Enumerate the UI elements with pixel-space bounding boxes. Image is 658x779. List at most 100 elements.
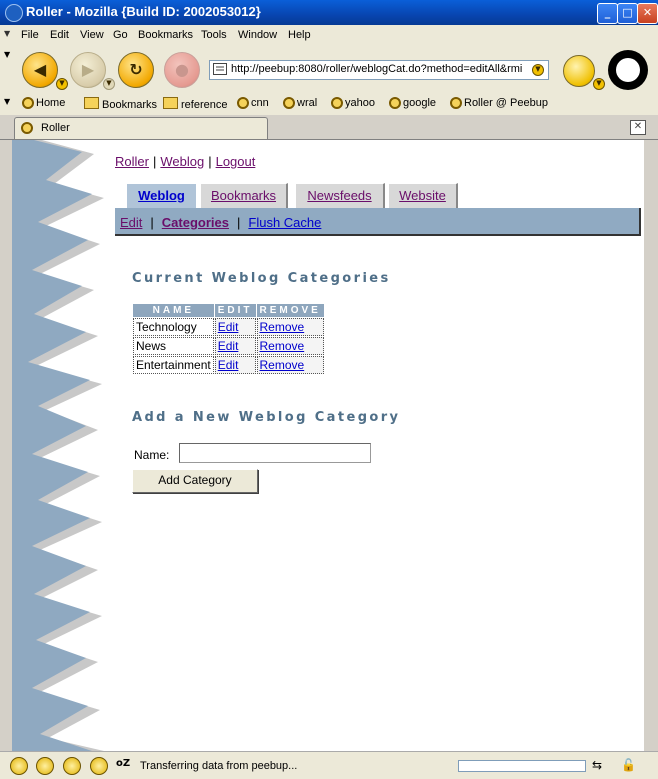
edit-link[interactable]: Edit: [218, 358, 239, 372]
chat-icon[interactable]: [90, 757, 108, 775]
throbber-icon[interactable]: [608, 50, 648, 90]
category-name: News: [133, 337, 214, 355]
tab-weblog-label[interactable]: Weblog: [138, 188, 185, 203]
weblog-link[interactable]: Weblog: [160, 154, 204, 169]
category-name: Entertainment: [133, 356, 214, 374]
composer-icon[interactable]: [63, 757, 81, 775]
category-name-input[interactable]: [179, 443, 371, 463]
reload-button[interactable]: ↻: [118, 52, 154, 88]
toolbar-grip-icon[interactable]: ▼: [4, 97, 10, 106]
forward-dropdown-icon[interactable]: ▼: [103, 78, 115, 90]
stop-icon: ●: [175, 60, 189, 79]
personal-toolbar: ▼ Home Bookmarks reference cnn wral yaho…: [0, 94, 658, 116]
url-history-dropdown-icon[interactable]: ▼: [532, 64, 544, 76]
subnav-flush-cache[interactable]: Flush Cache: [248, 215, 321, 230]
bookmark-yahoo[interactable]: yahoo: [331, 97, 375, 109]
close-tab-button[interactable]: ✕: [630, 120, 646, 135]
tab-strip: Roller ✕: [0, 115, 658, 140]
print-button[interactable]: [563, 55, 595, 87]
bookmark-icon: [389, 97, 401, 109]
menu-help[interactable]: Help: [288, 29, 311, 41]
logout-link[interactable]: Logout: [216, 154, 256, 169]
menu-window[interactable]: Window: [238, 29, 277, 41]
reload-icon: ↻: [129, 60, 143, 79]
folder-icon: [84, 97, 99, 109]
current-categories-heading: Current Weblog Categories: [132, 271, 391, 286]
bookmark-google[interactable]: google: [389, 97, 436, 109]
separator: |: [208, 154, 212, 169]
home-icon: [22, 97, 34, 109]
tab-website-label[interactable]: Website: [399, 188, 446, 203]
sub-nav-links: Edit | Categories | Flush Cache: [120, 215, 321, 230]
navigator-icon[interactable]: [10, 757, 28, 775]
top-links: Roller | Weblog | Logout: [115, 154, 255, 169]
browser-tab-roller[interactable]: Roller: [14, 117, 268, 139]
maximize-button[interactable]: □: [617, 3, 638, 24]
bookmark-bookmarks[interactable]: Bookmarks: [84, 97, 157, 111]
url-bar[interactable]: http://peebup:8080/roller/weblogCat.do?m…: [209, 60, 549, 80]
bookmark-label: google: [403, 97, 437, 109]
print-dropdown-icon[interactable]: ▼: [593, 78, 605, 90]
bookmark-roller-peebup[interactable]: Roller @ Peebup: [450, 97, 548, 109]
edit-cell: Edit: [214, 356, 256, 374]
stop-button[interactable]: ●: [164, 52, 200, 88]
tab-weblog[interactable]: Weblog: [127, 183, 196, 208]
subnav-categories[interactable]: Categories: [162, 215, 229, 230]
tab-newsfeeds[interactable]: Newsfeeds: [296, 183, 385, 208]
category-name: Technology: [133, 318, 214, 336]
bookmark-label: reference: [181, 99, 228, 111]
subnav-edit[interactable]: Edit: [120, 215, 142, 230]
table-header-row: NAME EDIT REMOVE: [133, 304, 324, 317]
bookmark-label: Home: [36, 97, 66, 109]
menu-tools[interactable]: Tools: [201, 29, 227, 41]
forward-arrow-icon: ▶: [81, 60, 95, 79]
bookmark-cnn[interactable]: cnn: [237, 97, 269, 109]
bookmark-reference[interactable]: reference: [163, 97, 227, 111]
menu-go[interactable]: Go: [113, 29, 128, 41]
column-header-edit: EDIT: [214, 304, 256, 317]
bookmark-label: cnn: [251, 97, 269, 109]
mail-icon[interactable]: [36, 757, 54, 775]
tab-bookmarks-label[interactable]: Bookmarks: [211, 188, 276, 203]
add-category-button[interactable]: Add Category: [132, 469, 258, 493]
roller-link[interactable]: Roller: [115, 154, 149, 169]
remove-link[interactable]: Remove: [260, 358, 305, 372]
toolbar-grip-icon[interactable]: ▼: [4, 50, 10, 59]
menu-bookmarks[interactable]: Bookmarks: [138, 29, 193, 41]
progress-bar: [458, 760, 586, 772]
edit-link[interactable]: Edit: [218, 339, 239, 353]
back-button[interactable]: ◀: [22, 52, 58, 88]
tab-bookmarks[interactable]: Bookmarks: [201, 183, 288, 208]
minimize-button[interactable]: _: [597, 3, 618, 24]
name-label: Name:: [134, 448, 170, 462]
bookmark-home[interactable]: Home: [22, 97, 65, 109]
back-dropdown-icon[interactable]: ▼: [56, 78, 68, 90]
remove-link[interactable]: Remove: [260, 320, 305, 334]
sidebar-decoration: [12, 140, 104, 751]
mozilla-logo-icon: [5, 4, 23, 22]
separator: |: [150, 215, 154, 230]
bookmark-label: yahoo: [345, 97, 375, 109]
menu-edit[interactable]: Edit: [50, 29, 69, 41]
bookmark-wral[interactable]: wral: [283, 97, 317, 109]
security-lock-icon[interactable]: 🔓: [621, 758, 636, 772]
back-arrow-icon: ◀: [33, 60, 47, 79]
url-text[interactable]: http://peebup:8080/roller/weblogCat.do?m…: [231, 63, 537, 75]
folder-icon: [163, 97, 178, 109]
table-row: Technology Edit Remove: [133, 318, 324, 336]
edit-cell: Edit: [214, 337, 256, 355]
edit-link[interactable]: Edit: [218, 320, 239, 334]
online-status-icon[interactable]: ⇆: [592, 758, 602, 772]
toolbar-grip-icon[interactable]: ▼: [4, 29, 10, 38]
close-window-button[interactable]: ✕: [637, 3, 658, 24]
remove-link[interactable]: Remove: [260, 339, 305, 353]
table-row: Entertainment Edit Remove: [133, 356, 324, 374]
menu-view[interactable]: View: [80, 29, 104, 41]
tab-website[interactable]: Website: [389, 183, 458, 208]
bookmark-label: wral: [297, 97, 318, 109]
address-book-icon[interactable]: oZ: [116, 758, 130, 769]
roller-favicon-icon: [21, 122, 33, 134]
menu-file[interactable]: File: [21, 29, 39, 41]
forward-button[interactable]: ▶: [70, 52, 106, 88]
tab-newsfeeds-label[interactable]: Newsfeeds: [307, 188, 371, 203]
